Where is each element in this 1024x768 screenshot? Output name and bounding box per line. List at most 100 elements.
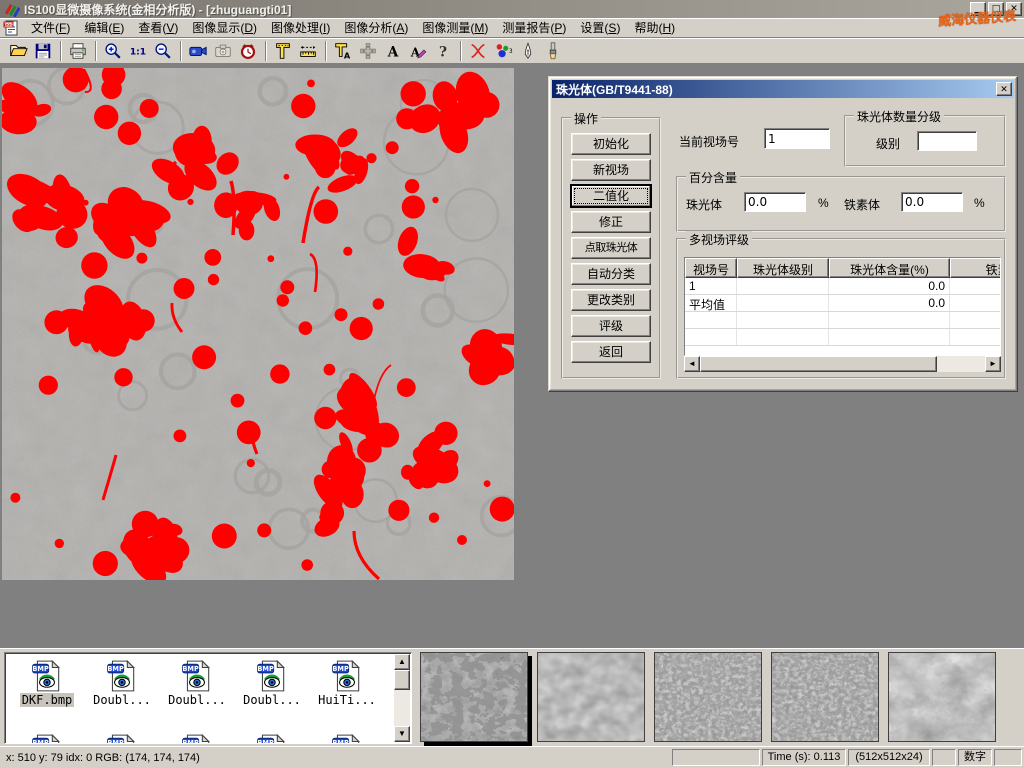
pearlite-percent-input[interactable] bbox=[744, 192, 806, 212]
file-list-scrollbar[interactable]: ▲ ▼ bbox=[394, 654, 410, 742]
move-cross-button[interactable] bbox=[356, 40, 380, 62]
op-button-6[interactable]: 自动分类 bbox=[571, 263, 651, 285]
specimen-thumbnail-4[interactable] bbox=[771, 652, 879, 742]
specimen-thumbnail-5[interactable] bbox=[888, 652, 996, 742]
maximize-button[interactable]: □ bbox=[988, 2, 1004, 16]
file-name: HuiTi... bbox=[316, 693, 378, 707]
annotate-button[interactable]: A bbox=[406, 40, 430, 62]
file-list[interactable]: BMPDKF.bmpBMPDoubl...BMPDoubl...BMPDoubl… bbox=[4, 652, 412, 744]
menu-item-3[interactable]: 查看(V) bbox=[131, 17, 185, 38]
file-item-partial[interactable]: BMP bbox=[86, 731, 158, 744]
scroll-left-button[interactable]: ◄ bbox=[684, 356, 700, 372]
print-icon bbox=[68, 41, 88, 61]
table-cell bbox=[950, 278, 1001, 294]
table-column-header[interactable]: 铁素体含量(%) bbox=[950, 258, 1001, 278]
menu-item-1[interactable]: 文件(F) bbox=[24, 17, 77, 38]
menu-item-2[interactable]: 编辑(E) bbox=[77, 17, 131, 38]
workspace: 珠光体(GB/T9441-88) ✕ 操作 初始化新视场二值化修正点取珠光体自动… bbox=[0, 64, 1024, 648]
table-column-header[interactable]: 珠光体级别 bbox=[737, 258, 829, 278]
actual-size-button[interactable]: 1:1 bbox=[126, 40, 150, 62]
scroll-right-button[interactable]: ► bbox=[985, 356, 1001, 372]
table-cell bbox=[737, 329, 829, 345]
window-title: IS100显微摄像系统(金相分析版) - [zhuguangti01] bbox=[24, 1, 291, 18]
status-mode: 数字 bbox=[958, 749, 992, 766]
file-item-partial[interactable]: BMP bbox=[161, 731, 233, 744]
dialog-title-text: 珠光体(GB/T9441-88) bbox=[556, 81, 673, 98]
menu-item-7[interactable]: 图像测量(M) bbox=[415, 17, 495, 38]
scroll-up-button[interactable]: ▲ bbox=[394, 654, 410, 670]
op-button-8[interactable]: 评级 bbox=[571, 315, 651, 337]
op-button-7[interactable]: 更改类别 bbox=[571, 289, 651, 311]
op-button-4[interactable]: 修正 bbox=[571, 211, 651, 233]
menu-item-8[interactable]: 测量报告(P) bbox=[495, 17, 573, 38]
pearlite-dialog: 珠光体(GB/T9441-88) ✕ 操作 初始化新视场二值化修正点取珠光体自动… bbox=[548, 76, 1018, 392]
file-item-1[interactable]: BMPDKF.bmp bbox=[11, 657, 83, 707]
table-row[interactable] bbox=[685, 312, 1000, 329]
op-button-2[interactable]: 新视场 bbox=[571, 159, 651, 181]
help-button[interactable]: ? bbox=[431, 40, 455, 62]
curve-tool-button[interactable] bbox=[466, 40, 490, 62]
op-button-1[interactable]: 初始化 bbox=[571, 133, 651, 155]
dialog-close-button[interactable]: ✕ bbox=[996, 82, 1012, 96]
bmp-file-icon: BMP bbox=[255, 659, 289, 693]
ferrite-percent-input[interactable] bbox=[901, 192, 963, 212]
open-icon bbox=[8, 41, 28, 61]
scrollbar-thumb[interactable] bbox=[700, 356, 937, 372]
table-row[interactable]: 10.0 bbox=[685, 278, 1000, 295]
print-button[interactable] bbox=[66, 40, 90, 62]
text-button[interactable]: A bbox=[381, 40, 405, 62]
table-column-header[interactable]: 珠光体含量(%) bbox=[829, 258, 950, 278]
table-row[interactable]: 平均值0.0 bbox=[685, 295, 1000, 312]
curve-tool-icon bbox=[468, 41, 488, 61]
snapshot-button[interactable] bbox=[211, 40, 235, 62]
zoom-out-button[interactable] bbox=[151, 40, 175, 62]
file-item-2[interactable]: BMPDoubl... bbox=[86, 657, 158, 707]
op-button-5[interactable]: 点取珠光体 bbox=[571, 237, 651, 259]
close-button[interactable]: ✕ bbox=[1006, 2, 1022, 16]
file-item-5[interactable]: BMPHuiTi... bbox=[311, 657, 383, 707]
specimen-thumbnail-2[interactable] bbox=[537, 652, 645, 742]
classify-balls-button[interactable]: 3 bbox=[491, 40, 515, 62]
file-item-partial[interactable]: BMP bbox=[236, 731, 308, 744]
open-button[interactable] bbox=[6, 40, 30, 62]
specimen-thumbnail-1[interactable] bbox=[420, 652, 528, 742]
save-button[interactable] bbox=[31, 40, 55, 62]
table-column-header[interactable]: 视场号 bbox=[685, 258, 737, 278]
measure-line-button[interactable] bbox=[296, 40, 320, 62]
ferrite-unit: % bbox=[974, 196, 985, 210]
caliper-button[interactable] bbox=[271, 40, 295, 62]
menu-item-5[interactable]: 图像处理(I) bbox=[264, 17, 337, 38]
video-capture-button[interactable] bbox=[186, 40, 210, 62]
file-item-partial[interactable]: BMP bbox=[311, 731, 383, 744]
specimen-thumbnail-3[interactable] bbox=[654, 652, 762, 742]
table-row[interactable] bbox=[685, 329, 1000, 346]
op-button-3[interactable]: 二值化 bbox=[571, 185, 651, 207]
zoom-in-button[interactable] bbox=[101, 40, 125, 62]
document-icon[interactable]: DOC bbox=[2, 19, 20, 37]
brush-tool-button[interactable] bbox=[541, 40, 565, 62]
menu-item-4[interactable]: 图像显示(D) bbox=[185, 17, 264, 38]
pen-tool-button[interactable] bbox=[516, 40, 540, 62]
file-name: Doubl... bbox=[166, 693, 228, 707]
current-field-input[interactable] bbox=[764, 128, 830, 149]
timer-button[interactable] bbox=[236, 40, 260, 62]
file-name: Doubl... bbox=[241, 693, 303, 707]
metallographic-image-binarized[interactable] bbox=[2, 68, 514, 580]
scrollbar-thumb[interactable] bbox=[394, 670, 410, 690]
file-item-3[interactable]: BMPDoubl... bbox=[161, 657, 233, 707]
cursor-position-readout: x: 510 y: 79 idx: 0 RGB: (174, 174, 174) bbox=[0, 752, 672, 764]
minimize-button[interactable]: ▁ bbox=[970, 2, 986, 16]
file-item-partial[interactable]: BMP bbox=[11, 731, 83, 744]
measure-text-button[interactable]: A bbox=[331, 40, 355, 62]
menu-item-6[interactable]: 图像分析(A) bbox=[337, 17, 415, 38]
svg-text:BMP: BMP bbox=[257, 665, 274, 673]
op-button-9[interactable]: 返回 bbox=[571, 341, 651, 363]
file-item-4[interactable]: BMP Doubl... bbox=[236, 657, 308, 707]
dialog-title-bar[interactable]: 珠光体(GB/T9441-88) ✕ bbox=[552, 80, 1014, 98]
multi-field-table[interactable]: 视场号珠光体级别珠光体含量(%)铁素体含量(%) 10.0平均值0.0 bbox=[684, 257, 1001, 356]
table-horizontal-scrollbar[interactable]: ◄ ► bbox=[684, 356, 1001, 372]
level-input[interactable] bbox=[917, 131, 977, 151]
scroll-down-button[interactable]: ▼ bbox=[394, 726, 410, 742]
menu-item-9[interactable]: 设置(S) bbox=[573, 17, 627, 38]
menu-item-10[interactable]: 帮助(H) bbox=[627, 17, 682, 38]
